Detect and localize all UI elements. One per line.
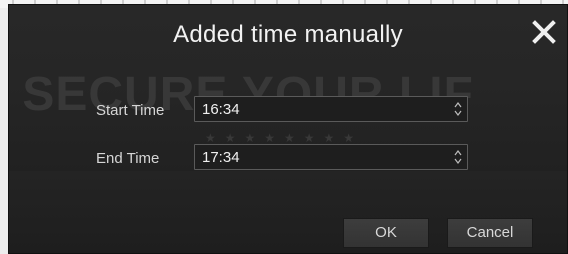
dialog-footer: OK Cancel	[9, 171, 567, 253]
ok-button[interactable]: OK	[343, 218, 429, 248]
dialog-title: Added time manually	[173, 21, 403, 48]
dialog-title-bar: Added time manually	[9, 5, 567, 61]
start-time-label: Start Time	[96, 102, 165, 119]
watermark-stars: ★★★★★★★★	[205, 131, 364, 145]
end-time-label: End Time	[96, 150, 160, 167]
start-time-value: 16:34	[202, 101, 240, 118]
end-time-input[interactable]: 17:34	[194, 144, 468, 170]
close-icon	[532, 20, 556, 44]
add-time-dialog: E SECURE YOUR LIF ★★★★★★★★ Added time ma…	[8, 4, 568, 254]
start-time-input[interactable]: 16:34	[194, 96, 468, 122]
close-button[interactable]	[531, 19, 557, 45]
cancel-button[interactable]: Cancel	[447, 218, 533, 248]
spinner-arrows-icon[interactable]	[454, 100, 462, 118]
end-time-value: 17:34	[202, 149, 240, 166]
spinner-arrows-icon[interactable]	[454, 148, 462, 166]
